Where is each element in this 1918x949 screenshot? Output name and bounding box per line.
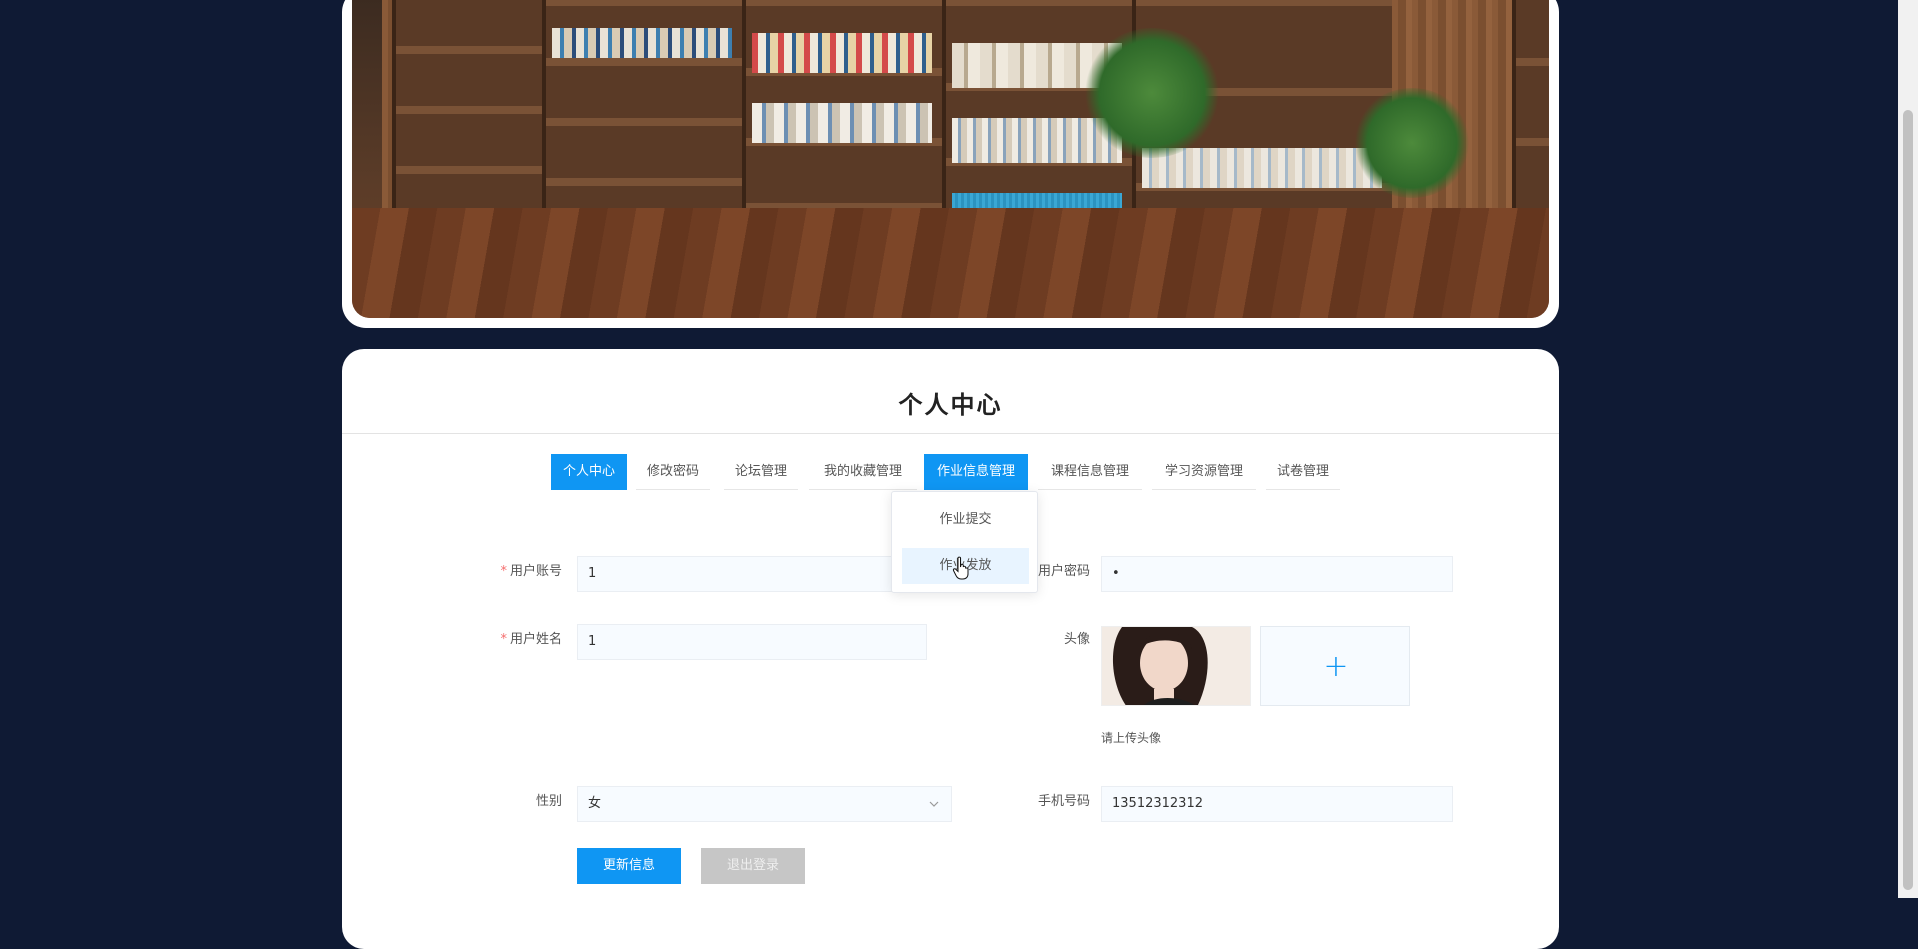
required-mark: * [500, 632, 507, 647]
banner-card [342, 0, 1559, 328]
page-title: 个人中心 [898, 391, 1003, 419]
plus-icon: + [1323, 649, 1349, 684]
name-label: * 用户姓名 [500, 632, 562, 647]
phone-label: 手机号码 [1037, 794, 1090, 809]
avatar-image [1101, 626, 1251, 706]
update-info-button[interactable]: 更新信息 [577, 848, 681, 884]
tab-favorites-management[interactable]: 我的收藏管理 [809, 454, 917, 490]
scrollbar-thumb[interactable] [1903, 110, 1913, 890]
tab-bar: 个人中心 修改密码 论坛管理 我的收藏管理 作业信息管理 课程信息管理 学习资源… [342, 454, 1559, 490]
menu-item-homework-submit[interactable]: 作业提交 [902, 502, 1029, 538]
password-input[interactable]: • [1101, 556, 1453, 592]
avatar-upload-button[interactable]: + [1260, 626, 1410, 706]
title-divider [342, 433, 1559, 434]
tab-course-management[interactable]: 课程信息管理 [1038, 454, 1142, 490]
gender-label: 性别 [535, 794, 562, 809]
tab-exam-management[interactable]: 试卷管理 [1266, 454, 1340, 490]
tab-homework-management[interactable]: 作业信息管理 [924, 454, 1028, 490]
account-input[interactable]: 1 [577, 556, 927, 592]
tab-resource-management[interactable]: 学习资源管理 [1152, 454, 1256, 490]
logout-button[interactable]: 退出登录 [701, 848, 805, 884]
tab-personal-center[interactable]: 个人中心 [551, 454, 627, 490]
page-scrollbar[interactable] [1898, 0, 1918, 898]
chevron-down-icon [929, 801, 939, 807]
tab-forum-management[interactable]: 论坛管理 [724, 454, 798, 490]
personal-center-card: 个人中心 个人中心 修改密码 论坛管理 我的收藏管理 作业信息管理 课程信息管理… [342, 349, 1559, 949]
bookshelf-banner-image [352, 0, 1549, 318]
account-label: * 用户账号 [500, 564, 562, 579]
tab-change-password[interactable]: 修改密码 [636, 454, 710, 490]
hand-pointer-icon [952, 556, 969, 580]
required-mark: * [500, 564, 507, 579]
gender-select-value: 女 [588, 796, 602, 811]
gender-select[interactable]: 女 [577, 786, 952, 822]
avatar-portrait [1102, 627, 1250, 705]
avatar-label: 头像 [1063, 632, 1090, 647]
avatar-hint: 请上传头像 [1101, 731, 1162, 745]
phone-input[interactable]: 13512312312 [1101, 786, 1453, 822]
name-input[interactable]: 1 [577, 624, 927, 660]
